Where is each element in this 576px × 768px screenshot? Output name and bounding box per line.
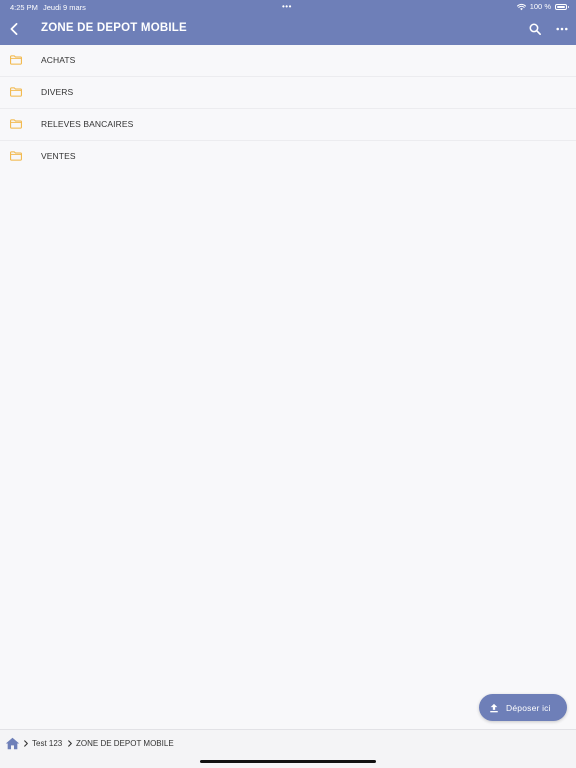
status-indicators: 100 %	[516, 2, 569, 11]
folder-row-achats[interactable]: ACHATS	[0, 45, 576, 77]
wifi-icon	[516, 3, 526, 10]
battery-icon	[555, 3, 569, 10]
folder-row-releves-bancaires[interactable]: RELEVES BANCAIRES	[0, 109, 576, 141]
back-button[interactable]	[6, 21, 22, 37]
screen: 4:25 PM Jeudi 9 mars ••• 100 % ZONE DE D…	[0, 0, 576, 768]
breadcrumb-item-test-123[interactable]: Test 123	[32, 739, 62, 748]
home-icon[interactable]	[5, 737, 20, 750]
folder-icon	[10, 55, 22, 65]
status-date: Jeudi 9 mars	[43, 3, 86, 12]
folder-label: DIVERS	[41, 87, 74, 97]
more-horizontal-icon	[556, 27, 568, 31]
folder-icon	[10, 151, 22, 161]
chevron-right-icon	[68, 740, 72, 747]
search-icon	[529, 23, 541, 35]
upload-button-label: Déposer ici	[506, 702, 551, 713]
chevron-right-icon	[24, 740, 28, 747]
upload-button[interactable]: Déposer ici	[479, 694, 567, 721]
nav-bar: ZONE DE DEPOT MOBILE	[0, 14, 576, 45]
page-title: ZONE DE DEPOT MOBILE	[41, 22, 187, 34]
folder-icon	[10, 87, 22, 97]
folder-row-ventes[interactable]: VENTES	[0, 141, 576, 172]
chevron-left-icon	[10, 23, 18, 35]
breadcrumb-item-current: ZONE DE DEPOT MOBILE	[76, 739, 174, 748]
app-header: 4:25 PM Jeudi 9 mars ••• 100 % ZONE DE D…	[0, 0, 576, 45]
folder-label: VENTES	[41, 151, 76, 161]
folder-list: ACHATS DIVERS RELEVES BANCAIRES VENTES	[0, 45, 576, 172]
folder-icon	[10, 119, 22, 129]
folder-label: RELEVES BANCAIRES	[41, 119, 134, 129]
search-button[interactable]	[527, 21, 543, 37]
more-options-button[interactable]	[554, 21, 570, 37]
status-bar: 4:25 PM Jeudi 9 mars ••• 100 %	[0, 0, 576, 14]
multitasking-dots[interactable]: •••	[282, 2, 292, 11]
home-indicator[interactable]	[200, 760, 376, 763]
folder-row-divers[interactable]: DIVERS	[0, 77, 576, 109]
folder-label: ACHATS	[41, 55, 76, 65]
battery-percentage: 100 %	[529, 2, 551, 11]
upload-icon	[490, 703, 498, 712]
status-time: 4:25 PM	[10, 3, 38, 12]
